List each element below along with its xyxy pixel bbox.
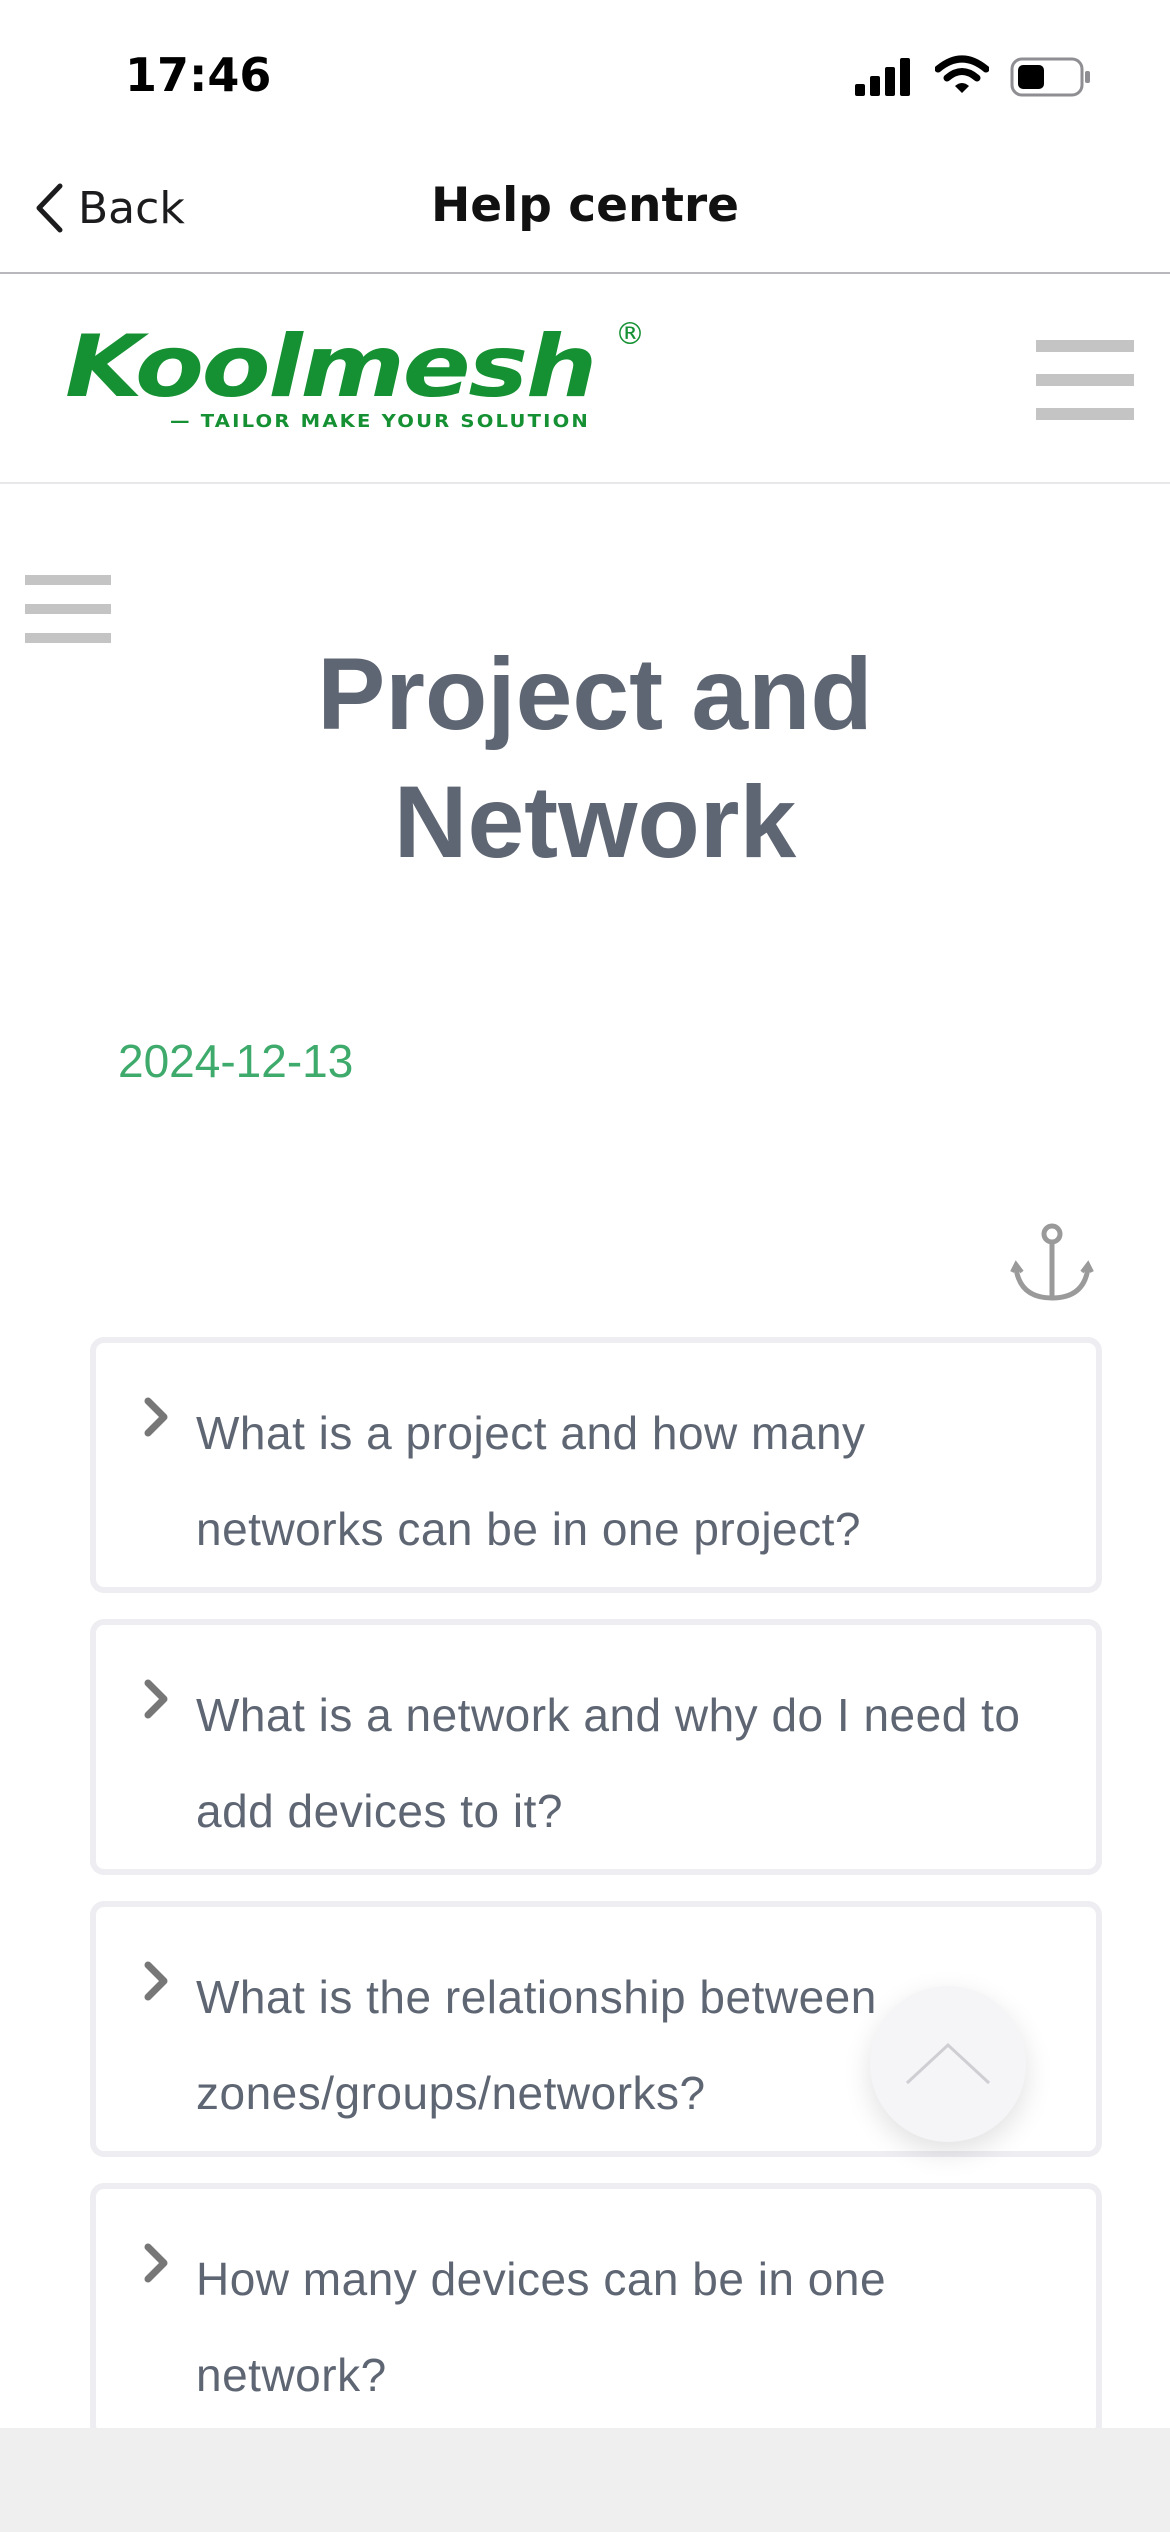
anchor-icon[interactable]	[1010, 1222, 1094, 1306]
chevron-right-icon	[144, 1397, 168, 1437]
page-title: Project and Network	[317, 637, 873, 879]
post-date: 2024-12-13	[118, 1035, 354, 1087]
status-bar: 17:46	[0, 0, 1170, 150]
svg-text:— TAILOR MAKE YOUR SOLUTION: — TAILOR MAKE YOUR SOLUTION	[170, 411, 590, 432]
site-header: Koolmesh ® — TAILOR MAKE YOUR SOLUTION	[0, 274, 1170, 484]
faq-question: What is a project and how many networks …	[196, 1407, 866, 1555]
chevron-right-icon	[144, 1961, 168, 2001]
nav-title: Help centre	[430, 178, 740, 233]
bottom-toolbar	[0, 2428, 1170, 2532]
chevron-right-icon	[144, 2243, 168, 2283]
chevron-up-icon	[905, 2042, 991, 2085]
battery-icon	[1010, 57, 1090, 97]
faq-question: How many devices can be in one network?	[196, 2253, 887, 2401]
faq-item[interactable]: What is a project and how many networks …	[90, 1337, 1102, 1593]
navigation-bar: Back Help centre	[0, 150, 1170, 274]
status-time: 17:46	[125, 48, 272, 102]
faq-list: What is a project and how many networks …	[90, 1337, 1102, 2465]
scroll-to-top-button[interactable]	[870, 1986, 1026, 2142]
faq-question: What is a network and why do I need to a…	[196, 1689, 1021, 1837]
side-menu-icon[interactable]	[25, 575, 111, 643]
faq-item[interactable]: How many devices can be in one network?	[90, 2183, 1102, 2439]
faq-item[interactable]: What is a network and why do I need to a…	[90, 1619, 1102, 1875]
wifi-icon	[935, 55, 989, 93]
signal-icon	[855, 58, 910, 96]
svg-text:®: ®	[615, 317, 645, 352]
header-menu-icon[interactable]	[1036, 340, 1134, 420]
koolmesh-logo[interactable]: Koolmesh ® — TAILOR MAKE YOUR SOLUTION	[65, 314, 665, 434]
svg-text:Koolmesh: Koolmesh	[65, 317, 595, 417]
chevron-right-icon	[144, 1679, 168, 1719]
